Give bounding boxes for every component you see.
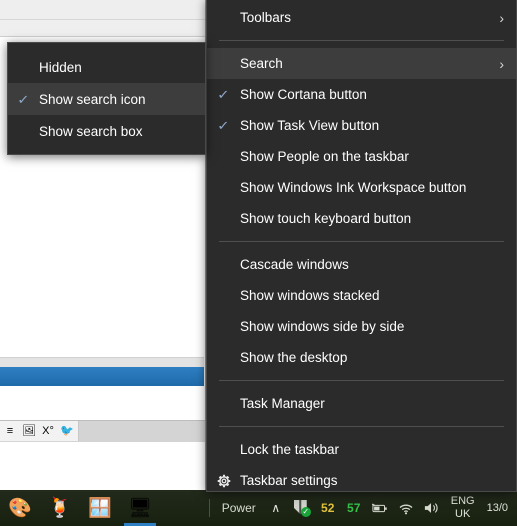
taskbar-app-task-manager[interactable]: 🖥 <box>120 490 160 526</box>
submenu-item-label: Show search icon <box>39 91 146 107</box>
menu-item-label: Show Task View button <box>240 118 380 133</box>
background-window-toolbar-top <box>0 0 205 20</box>
task-manager-icon: 🖥 <box>127 497 153 519</box>
menu-item-label: Show windows stacked <box>240 288 380 303</box>
shield-check-icon: ✓ <box>300 507 311 517</box>
menu-separator <box>219 380 504 381</box>
menu-item-search[interactable]: Search › <box>207 48 516 79</box>
menu-item-show-windows-side-by-side[interactable]: Show windows side by side <box>207 311 516 342</box>
chevron-right-icon: › <box>499 9 504 26</box>
menu-item-label: Toolbars <box>240 10 292 25</box>
background-window-lower-content <box>0 442 205 490</box>
check-icon: ✓ <box>217 87 230 102</box>
menu-item-label: Search <box>240 56 283 71</box>
picture-icon[interactable]: 🖼 <box>21 423 37 439</box>
submenu-item-hidden[interactable]: Hidden <box>8 51 205 83</box>
background-window-blue-bar <box>0 367 204 386</box>
menu-item-show-windows-ink-workspace-button[interactable]: Show Windows Ink Workspace button <box>207 172 516 203</box>
menu-item-show-touch-keyboard-button[interactable]: Show touch keyboard button <box>207 203 516 234</box>
menu-item-task-manager[interactable]: Task Manager <box>207 388 516 419</box>
menu-item-taskbar-settings[interactable]: Taskbar settings <box>207 465 516 496</box>
menu-item-show-the-desktop[interactable]: Show the desktop <box>207 342 516 373</box>
taskbar-app-windows-explorer[interactable]: 🪟 <box>80 490 120 526</box>
check-icon: ✓ <box>217 118 230 133</box>
menu-separator <box>219 426 504 427</box>
taskbar-app-buttons[interactable]: 🎨 🍹 🪟 🖥 <box>0 490 160 526</box>
submenu-item-show-search-box[interactable]: Show search box <box>8 115 205 147</box>
tray-language-top: ENG <box>450 495 475 507</box>
menu-item-label: Show windows side by side <box>240 319 405 334</box>
background-window-toolbar-second <box>0 20 205 37</box>
taskbar-app-paint-palette[interactable]: 🎨 <box>0 490 40 526</box>
lines-icon[interactable]: ≡ <box>2 423 18 439</box>
taskbar-app-tropical-drink[interactable]: 🍹 <box>40 490 80 526</box>
windows-explorer-icon: 🪟 <box>88 497 112 519</box>
menu-item-label: Show Windows Ink Workspace button <box>240 180 467 195</box>
paint-palette-icon: 🎨 <box>8 497 32 519</box>
menu-item-label: Task Manager <box>240 396 325 411</box>
search-submenu[interactable]: Hidden ✓ Show search icon Show search bo… <box>7 42 206 155</box>
menu-item-label: Show Cortana button <box>240 87 367 102</box>
tropical-drink-icon: 🍹 <box>48 497 72 519</box>
submenu-item-label: Hidden <box>39 59 82 75</box>
tray-divider <box>208 499 210 517</box>
menu-item-show-cortana-button[interactable]: ✓ Show Cortana button <box>207 79 516 110</box>
tray-language-bottom: UK <box>455 508 471 520</box>
menu-item-show-windows-stacked[interactable]: Show windows stacked <box>207 280 516 311</box>
menu-item-cascade-windows[interactable]: Cascade windows <box>207 249 516 280</box>
twitter-bird-icon[interactable]: 🐦 <box>59 423 75 439</box>
menu-item-label: Lock the taskbar <box>240 442 340 457</box>
menu-item-label: Taskbar settings <box>240 473 338 488</box>
menu-item-label: Show People on the taskbar <box>240 149 409 164</box>
menu-separator <box>219 241 504 242</box>
menu-item-lock-the-taskbar[interactable]: Lock the taskbar <box>207 434 516 465</box>
menu-item-label: Show the desktop <box>240 350 348 365</box>
tray-power-label[interactable]: Power <box>216 501 262 515</box>
menu-item-label: Cascade windows <box>240 257 349 272</box>
superscript-icon[interactable]: X° <box>40 423 56 439</box>
tray-clock-top: 13/0 <box>486 501 508 514</box>
menu-item-show-people-on-the-taskbar[interactable]: Show People on the taskbar <box>207 141 516 172</box>
menu-item-show-task-view-button[interactable]: ✓ Show Task View button <box>207 110 516 141</box>
chevron-right-icon: › <box>499 55 504 72</box>
gear-icon <box>207 474 240 488</box>
background-window-icon-tray[interactable]: ≡ 🖼 X° 🐦 <box>0 421 79 441</box>
submenu-item-label: Show search box <box>39 123 143 139</box>
submenu-item-show-search-icon[interactable]: ✓ Show search icon <box>8 83 205 115</box>
menu-item-label: Show touch keyboard button <box>240 211 412 226</box>
menu-separator <box>219 40 504 41</box>
taskbar-context-menu[interactable]: Toolbars › Search › ✓ Show Cortana butto… <box>206 0 517 492</box>
menu-item-toolbars[interactable]: Toolbars › <box>207 2 516 33</box>
check-icon: ✓ <box>17 91 30 107</box>
